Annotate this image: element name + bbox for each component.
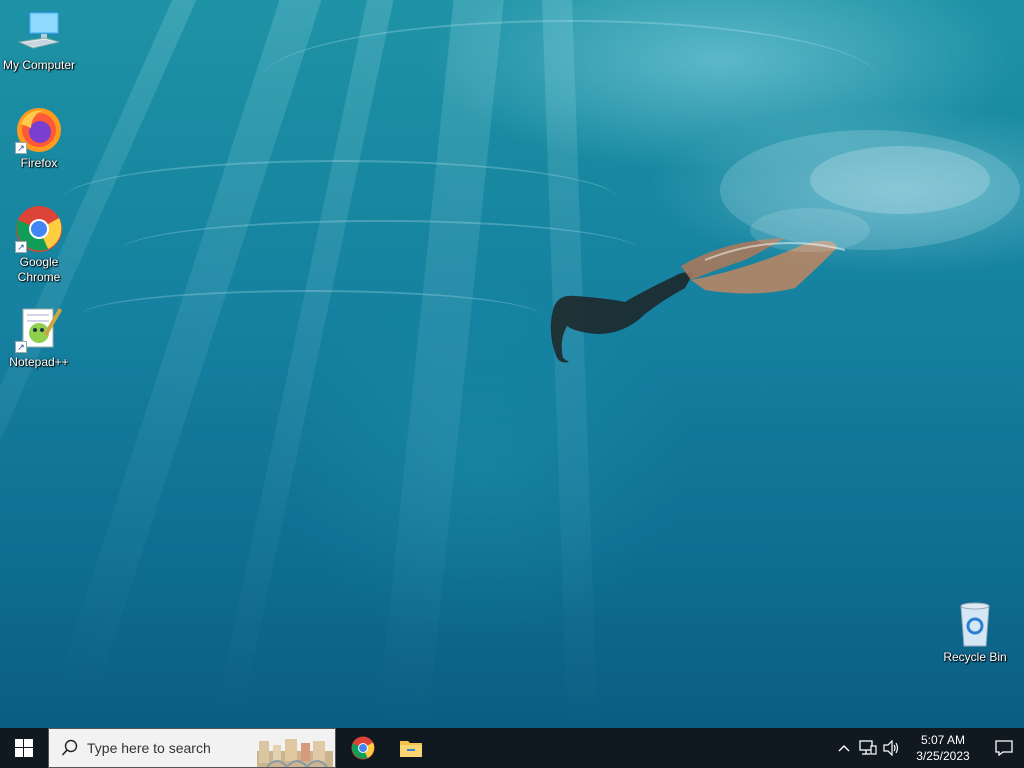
chrome-icon: ↗ (15, 205, 63, 253)
desktop-wallpaper: My Computer ↗ Firefox ↗ Google Chrome ↗ … (0, 0, 1024, 728)
firefox-icon: ↗ (15, 106, 63, 154)
notepadpp-icon: ↗ (15, 305, 63, 353)
desktop-icon-recycle-bin[interactable]: Recycle Bin (936, 600, 1014, 665)
shortcut-arrow-icon: ↗ (15, 241, 27, 253)
show-hidden-icons-chevron-icon[interactable] (832, 728, 856, 768)
shortcut-arrow-icon: ↗ (15, 341, 27, 353)
desktop-icon-label: My Computer (2, 58, 76, 72)
taskbar-search-box[interactable]: Type here to search (48, 728, 336, 768)
windows-logo-icon (15, 739, 33, 757)
folder-icon (400, 741, 422, 757)
desktop-icon-google-chrome[interactable]: ↗ Google Chrome (0, 205, 78, 285)
volume-icon[interactable] (880, 728, 904, 768)
chrome-icon (351, 736, 375, 760)
action-center-button[interactable] (984, 728, 1024, 768)
computer-icon (15, 8, 63, 56)
shortcut-arrow-icon: ↗ (15, 142, 27, 154)
clock-date: 3/25/2023 (916, 749, 970, 763)
desktop-icon-label: Notepad++ (9, 355, 69, 369)
taskbar-clock[interactable]: 5:07 AM 3/25/2023 (908, 732, 978, 764)
system-tray: 5:07 AM 3/25/2023 (832, 728, 1024, 768)
water-ripple (80, 290, 540, 342)
taskbar-app-chrome[interactable] (339, 728, 387, 768)
taskbar-app-file-explorer[interactable] (387, 728, 435, 768)
clock-time: 5:07 AM (920, 733, 966, 747)
search-placeholder: Type here to search (87, 740, 211, 756)
desktop-icon-my-computer[interactable]: My Computer (0, 8, 78, 73)
taskbar: Type here to search 5:07 AM 3/25/2023 (0, 728, 1024, 768)
recycle-bin-icon (951, 600, 999, 648)
desktop-icon-firefox[interactable]: ↗ Firefox (0, 106, 78, 171)
search-icon (61, 739, 78, 756)
notification-icon (995, 740, 1013, 756)
bubbles (720, 130, 1020, 252)
network-icon[interactable] (856, 728, 880, 768)
search-highlight-image[interactable] (257, 737, 333, 767)
desktop-icon-notepadpp[interactable]: ↗ Notepad++ (0, 305, 78, 370)
desktop-icon-label: Google Chrome (17, 255, 61, 284)
desktop-icon-label: Firefox (20, 156, 58, 170)
start-button[interactable] (0, 728, 48, 768)
desktop-icon-label: Recycle Bin (943, 650, 1007, 664)
